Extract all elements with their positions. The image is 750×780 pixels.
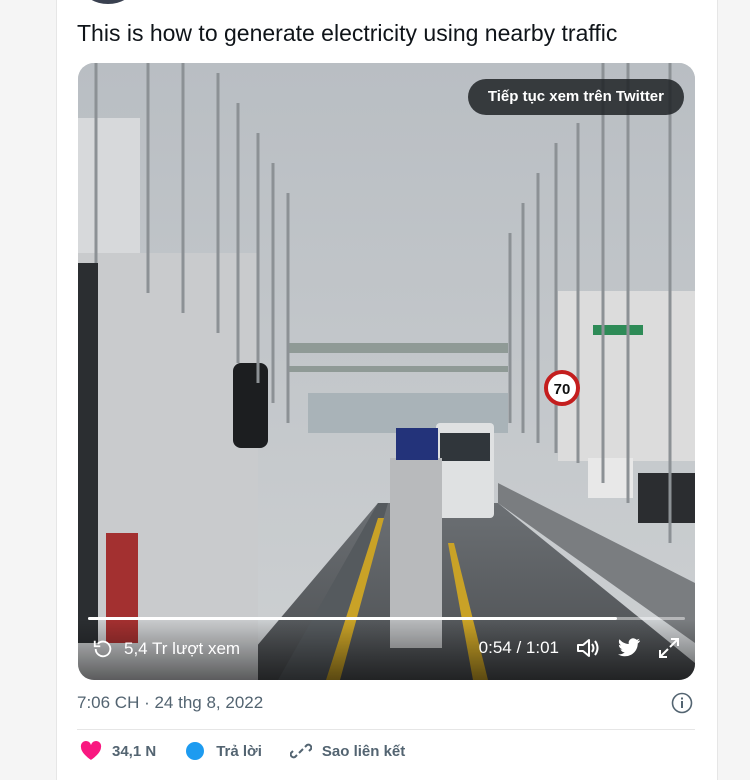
- tweet-text: This is how to generate electricity usin…: [77, 20, 618, 46]
- twitter-bird-icon[interactable]: [617, 638, 641, 658]
- volume-icon[interactable]: [575, 637, 601, 659]
- video-player[interactable]: 70 Tiếp tục xem trên Twitter 5,4 Tr lượt…: [78, 63, 695, 680]
- fullscreen-icon[interactable]: [657, 636, 681, 660]
- tweet-timestamp[interactable]: 7:06 CH · 24 thg 8, 2022: [77, 693, 263, 713]
- playback-time: 0:54 / 1:01: [478, 638, 559, 657]
- like-count: 34,1 N: [112, 742, 157, 760]
- info-icon[interactable]: [671, 692, 693, 719]
- video-controls: 5,4 Tr lượt xem 0:54 / 1:01: [78, 620, 695, 680]
- continue-on-twitter-button[interactable]: Tiếp tục xem trên Twitter: [467, 79, 684, 115]
- speed-limit-value: 70: [554, 381, 571, 398]
- tweet-actions: 34,1 N Trả lời Sao liên kết: [80, 741, 405, 761]
- video-frame: 70: [78, 63, 695, 680]
- like-button[interactable]: 34,1 N: [80, 741, 156, 761]
- reply-label: Trả lời: [216, 742, 262, 760]
- view-count: 5,4 Tr lượt xem: [124, 639, 241, 658]
- heart-icon: [80, 741, 102, 761]
- divider: [77, 729, 695, 730]
- reply-button[interactable]: Trả lời: [184, 741, 262, 761]
- link-icon: [289, 741, 312, 761]
- copy-link-button[interactable]: Sao liên kết: [289, 741, 406, 761]
- copy-link-label: Sao liên kết: [321, 742, 406, 760]
- reply-icon: [184, 741, 206, 761]
- replay-icon[interactable]: [92, 638, 114, 660]
- tweet-meta: 7:06 CH · 24 thg 8, 2022: [77, 690, 695, 718]
